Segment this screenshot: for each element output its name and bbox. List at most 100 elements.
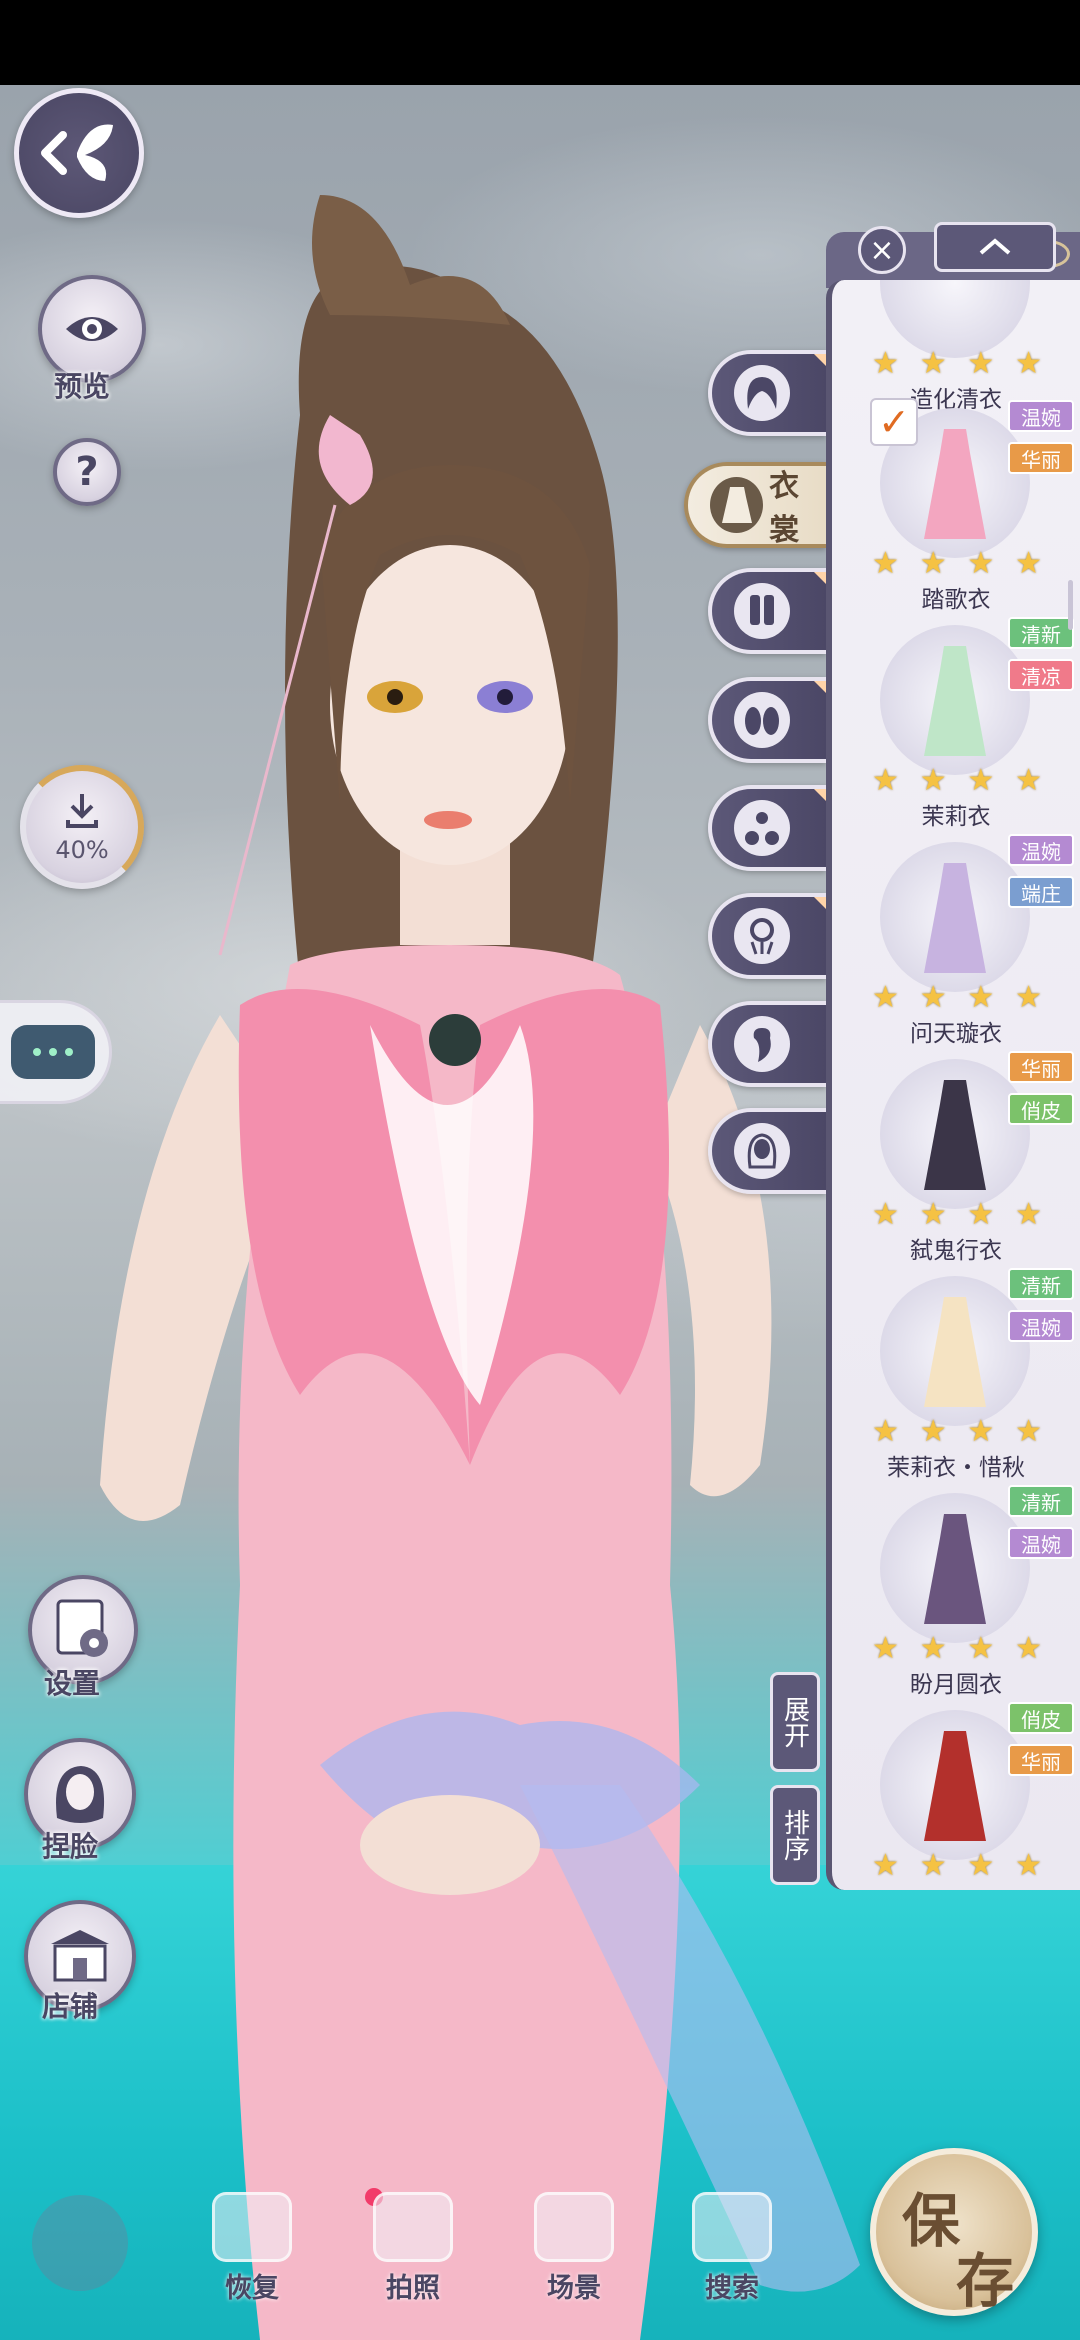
tag-badge: 温婉 [1008,1310,1074,1342]
search-icon [692,2192,772,2262]
tag-badge: 俏皮 [1008,1702,1074,1734]
outfit-thumbnail [880,1059,1030,1209]
category-tab-hairpin[interactable] [708,893,826,979]
restore-label: 恢复 [225,2273,279,2304]
scene-icon [534,2192,614,2262]
outfit-thumbnail [880,1276,1030,1426]
photo-button[interactable]: 拍照 [373,2192,453,2305]
camera-icon [373,2192,453,2262]
outfit-thumbnail [880,1710,1030,1860]
accessory-icon [734,800,790,856]
star-rating: ★ ★ ★ ★ [872,1848,1042,1883]
selected-check-icon: ✓ [870,398,918,446]
socks-icon [734,583,790,639]
outfit-item[interactable]: 温婉 端庄 ★ ★ ★ ★ 问天璇衣 [832,834,1080,1048]
scrollbar[interactable] [1068,580,1073,630]
gear-icon [56,1599,108,1657]
tag-badge: 温婉 [1008,1527,1074,1559]
star-rating: ★ ★ ★ ★ [872,1197,1042,1232]
chat-button[interactable] [0,1000,112,1104]
scene-button[interactable]: 场景 [534,2192,614,2305]
outfit-item[interactable]: ✓ 温婉 华丽 ★ ★ ★ ★ 踏歌衣 [832,398,1080,614]
makeup-icon [734,1123,790,1179]
download-icon [66,794,98,828]
outfit-item[interactable]: ★ ★ ★ ★ 造化清衣 [832,280,1080,414]
help-button[interactable]: ? [53,438,121,506]
tag-badge: 华丽 [1008,1051,1074,1083]
butterfly-back-icon [41,124,113,181]
save-label-1: 保 [902,2187,961,2255]
category-tab-accessory[interactable] [708,785,826,871]
outfit-name: 茉莉衣 [921,804,991,830]
preview-label: 预览 [54,370,111,403]
category-tab-dress-label: 衣裳 [769,469,800,548]
star-rating: ★ ★ ★ ★ [872,763,1042,798]
category-tab-earring[interactable] [708,1001,826,1087]
star-rating: ★ ★ ★ ★ [872,1414,1042,1449]
tag-badge: 温婉 [1008,400,1074,432]
face-icon [56,1766,105,1823]
outfit-thumbnail [880,1493,1030,1643]
category-tab-socks[interactable] [708,568,826,654]
star-rating: ★ ★ ★ ★ [872,346,1042,381]
tag-badge: 清新 [1008,617,1074,649]
shop-icon [51,1930,109,1982]
search-label: 搜索 [705,2273,759,2304]
shop-label: 店铺 [42,1990,99,2023]
face-edit-label: 捏脸 [42,1830,99,1863]
collapse-button[interactable] [934,222,1056,272]
restore-button[interactable]: 恢复 [212,2192,292,2305]
outfit-item[interactable]: 俏皮 华丽 ★ ★ ★ ★ [832,1702,1080,1890]
category-tab-shoes[interactable] [708,677,826,763]
earring-icon [734,1016,790,1072]
outfit-item[interactable]: 清新 清凉 ★ ★ ★ ★ 茉莉衣 [832,617,1080,831]
outfit-thumbnail [880,842,1030,992]
restore-icon [212,2192,292,2262]
status-bar [0,0,1080,85]
tag-badge: 端庄 [1008,876,1074,908]
outfit-thumbnail [880,625,1030,775]
sort-button[interactable]: 排序 [770,1785,820,1885]
outfit-item[interactable]: 清新 温婉 ★ ★ ★ ★ 盼月圆衣 [832,1485,1080,1699]
outfit-item[interactable]: 华丽 俏皮 ★ ★ ★ ★ 弑鬼行衣 [832,1051,1080,1265]
scene-label: 场景 [547,2273,601,2304]
search-button[interactable]: 搜索 [692,2192,772,2305]
outfit-name: 问天璇衣 [910,1021,1002,1047]
eye-icon [66,317,118,341]
back-button[interactable] [14,88,144,218]
outfit-name: 踏歌衣 [921,587,991,613]
shoes-icon [734,692,790,748]
outfit-item[interactable]: 清新 温婉 ★ ★ ★ ★ 茉莉衣・惜秋 [832,1268,1080,1482]
expand-button[interactable]: 展开 [770,1672,820,1772]
star-rating: ★ ★ ★ ★ [872,546,1042,581]
tag-badge: 华丽 [1008,442,1074,474]
save-label-2: 存 [956,2247,1015,2315]
close-panel-button[interactable]: × [858,226,906,274]
download-progress: 40% [55,836,109,864]
chevron-up-icon [979,238,1011,255]
tag-badge: 清凉 [1008,659,1074,691]
hairpin-icon [734,908,790,964]
tag-badge: 华丽 [1008,1744,1074,1776]
hair-icon [734,365,790,421]
outfit-name: 弑鬼行衣 [910,1238,1002,1264]
photo-label: 拍照 [386,2273,440,2304]
category-tab-makeup[interactable] [708,1108,826,1194]
tag-badge: 温婉 [1008,834,1074,866]
outfit-name: 盼月圆衣 [910,1672,1002,1698]
star-rating: ★ ★ ★ ★ [872,1631,1042,1666]
outfit-name: 茉莉衣・惜秋 [887,1455,1025,1481]
tag-badge: 清新 [1008,1485,1074,1517]
tag-badge: 俏皮 [1008,1093,1074,1125]
save-button[interactable]: 保 存 [870,2148,1038,2316]
lotus-icon[interactable] [32,2195,128,2291]
category-tab-hair[interactable] [708,350,826,436]
download-button[interactable]: 40% [20,765,144,889]
settings-label: 设置 [44,1667,101,1700]
star-rating: ★ ★ ★ ★ [872,980,1042,1015]
outfit-list-panel[interactable]: ★ ★ ★ ★ 造化清衣 ✓ 温婉 华丽 ★ ★ ★ ★ 踏歌衣 清新 清凉 ★ ★ ★ ★ 茉莉… [826,280,1080,1890]
chat-icon [11,1025,95,1079]
dress-icon [710,477,764,533]
category-tab-dress[interactable]: 衣裳 [684,462,826,548]
tag-badge: 清新 [1008,1268,1074,1300]
